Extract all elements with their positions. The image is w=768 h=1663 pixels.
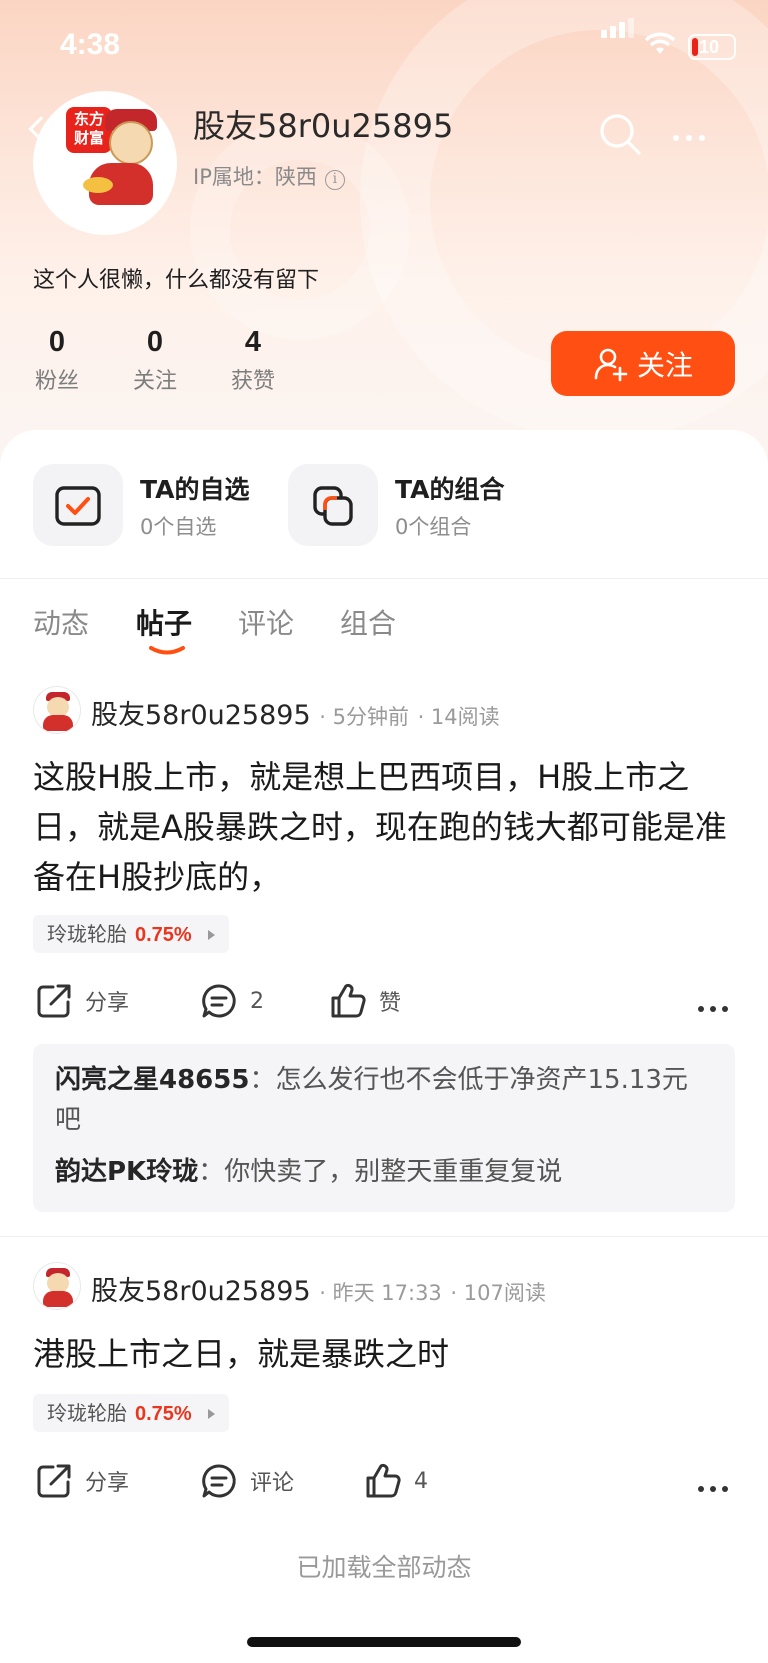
active-tab-indicator [149,646,185,655]
stat-value: 0 [146,326,164,358]
stat-followers[interactable]: 0 粉丝 [27,326,87,395]
like-button[interactable]: 赞 [329,981,401,1021]
comment-icon [202,1464,236,1498]
battery-icon: 10 [688,34,736,60]
post-author-avatar[interactable] [33,1262,81,1310]
post-more-icon[interactable] [698,1477,734,1496]
stock-name: 玲珑轮胎 [47,922,127,946]
home-indicator[interactable] [247,1637,521,1647]
stock-change: 0.75% [135,924,192,946]
watchlist-link[interactable]: TA的自选 0个自选 [33,464,273,546]
comment-icon [202,984,236,1018]
watchlist-count: 0个自选 [140,515,217,539]
post-meta: 股友58r0u25895 · 5分钟前 · 14阅读 [91,700,500,731]
like-label: 赞 [379,991,402,1016]
stock-tag[interactable]: 玲珑轮胎 0.75% [33,915,229,953]
share-label: 分享 [85,991,130,1016]
feed-end-message: 已加载全部动态 [296,1553,472,1582]
thumbs-up-icon [366,1463,401,1498]
portfolio-icon [288,464,378,546]
stat-likes[interactable]: 4 获赞 [223,326,283,395]
post-more-icon[interactable] [698,997,734,1016]
comment-author[interactable]: 闪亮之星48655 [55,1065,249,1095]
comment-item[interactable]: 韵达PK玲珑：你快卖了，别整天重重复复说 [55,1152,713,1192]
like-count: 4 [414,1468,428,1494]
thumbs-up-icon [331,983,366,1018]
wifi-icon [645,32,675,54]
battery-level: 10 [699,37,720,57]
comment-item[interactable]: 闪亮之星48655：怎么发行也不会低于净资产15.13元吧 [55,1060,713,1140]
avatar[interactable]: 东方 财富 [33,91,177,235]
comment-button[interactable]: 评论 [200,1461,294,1501]
tab-activity[interactable]: 动态 [33,602,89,642]
add-user-icon [594,348,628,381]
search-icon[interactable] [598,112,642,156]
share-icon [37,984,71,1018]
ip-location-text: IP属地：陕西 [193,165,317,189]
post-author[interactable]: 股友58r0u25895 [91,700,311,731]
more-options-icon[interactable] [673,126,712,145]
post-reads: 107阅读 [463,1281,546,1305]
stat-label: 关注 [132,369,177,394]
stat-value: 0 [48,326,66,358]
comment-preview[interactable]: 闪亮之星48655：怎么发行也不会低于净资产15.13元吧 韵达PK玲珑：你快卖… [33,1044,735,1212]
post-reads: 14阅读 [430,705,500,729]
profile-bio: 这个人很懒，什么都没有留下 [33,268,320,293]
comment-separator: ： [249,1065,276,1095]
follow-label: 关注 [636,348,693,382]
portfolio-link[interactable]: TA的组合 0个组合 [288,464,528,546]
info-icon[interactable]: i [324,170,345,190]
tab-posts[interactable]: 帖子 [136,602,192,642]
comment-separator: ： [198,1157,225,1187]
play-arrow-icon [207,930,215,940]
ip-location: IP属地：陕西 i [193,161,345,191]
watchlist-icon [33,464,123,546]
post-time: 昨天 17:33 [332,1281,442,1305]
portfolio-count: 0个组合 [395,515,472,539]
share-icon [37,1464,71,1498]
like-button[interactable]: 4 [364,1461,428,1501]
tab-comments[interactable]: 评论 [238,602,294,642]
post-author[interactable]: 股友58r0u25895 [91,1276,311,1307]
watchlist-title: TA的自选 [140,475,250,504]
stock-name: 玲珑轮胎 [47,1401,127,1425]
share-button[interactable]: 分享 [35,981,129,1021]
post-body[interactable]: 港股上市之日，就是暴跌之时 [33,1329,733,1379]
stat-label: 获赞 [230,369,275,394]
stat-following[interactable]: 0 关注 [125,326,185,395]
portfolio-title: TA的组合 [395,475,505,504]
share-label: 分享 [85,1471,130,1496]
comment-label: 评论 [250,1471,295,1496]
tab-portfolios[interactable]: 组合 [340,602,396,642]
play-arrow-icon [207,1409,215,1419]
share-button[interactable]: 分享 [35,1461,129,1501]
post-body[interactable]: 这股H股上市，就是想上巴西项目，H股上市之日，就是A股暴跌之时，现在跑的钱大都可… [33,752,733,902]
stock-tag[interactable]: 玲珑轮胎 0.75% [33,1394,229,1432]
comment-author[interactable]: 韵达PK玲珑 [55,1157,198,1187]
comment-text: 你快卖了，别整天重重复复说 [224,1157,563,1187]
brand-logo: 东方 财富 [66,107,112,153]
profile-username: 股友58r0u25895 [193,107,454,145]
stock-change: 0.75% [135,1403,192,1425]
post-meta: 股友58r0u25895 · 昨天 17:33 · 107阅读 [91,1276,546,1307]
post-time: 5分钟前 [332,705,409,729]
divider [0,1236,768,1237]
comment-button[interactable]: 2 [200,981,264,1021]
stat-value: 4 [244,326,262,358]
comment-count: 2 [250,988,264,1014]
divider [0,578,768,579]
stat-label: 粉丝 [34,369,79,394]
status-bar: 4:38 10 [0,0,768,92]
follow-button[interactable]: 关注 [551,331,735,396]
status-time: 4:38 [60,28,121,61]
post-author-avatar[interactable] [33,686,81,734]
header-decoration [190,120,410,340]
